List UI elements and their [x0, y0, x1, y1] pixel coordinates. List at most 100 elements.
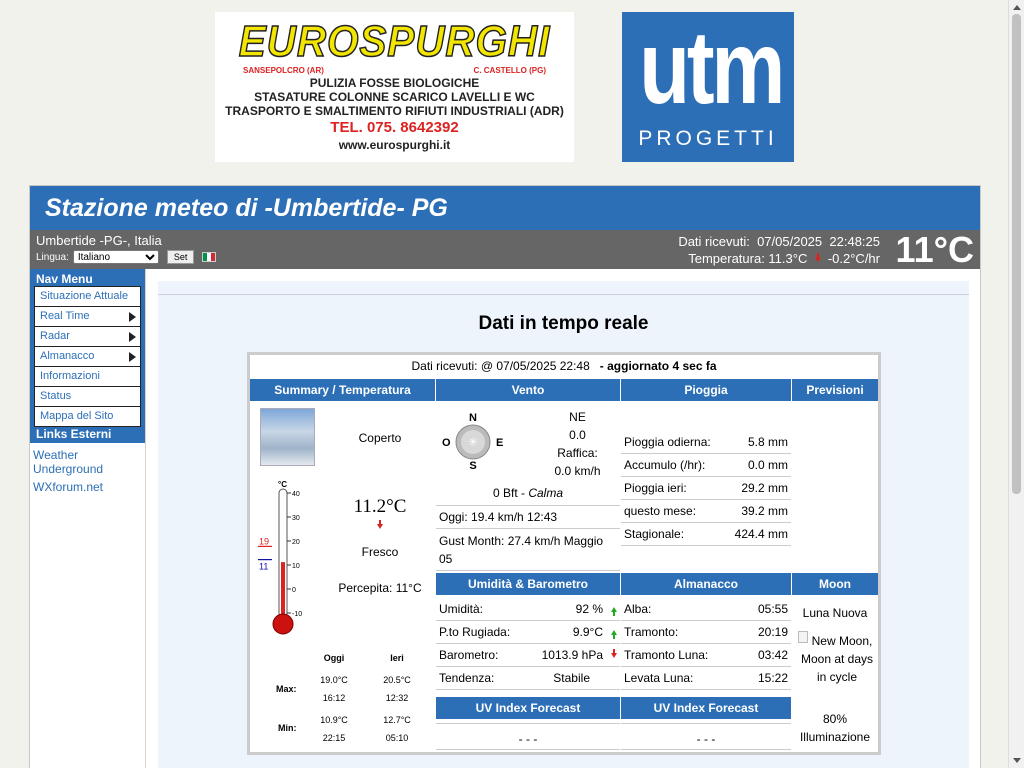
vertical-scrollbar[interactable] — [1008, 0, 1024, 768]
thermo-tick-label: -10 — [292, 611, 302, 618]
humidity-value-text: 92 % — [575, 602, 603, 616]
rain-value: 424.4 mm — [735, 523, 788, 545]
banner-loc-right: C. CASTELLO (PG) — [473, 66, 546, 75]
banner-line: PULIZIA FOSSE BIOLOGICHE — [309, 76, 480, 90]
trend-up-icon — [611, 607, 617, 617]
humidity-value: Stabile — [553, 667, 590, 689]
utm-subtitle: PROGETTI — [638, 127, 778, 150]
scroll-thumb[interactable] — [1012, 14, 1021, 494]
min-today: 10.9°C — [320, 715, 348, 725]
almanac-value: 20:19 — [758, 621, 788, 643]
header-rain: Pioggia — [621, 379, 791, 401]
nav-item-situazione-attuale[interactable]: Situazione Attuale — [34, 286, 141, 307]
rain-label: questo mese: — [624, 504, 697, 518]
beaufort: 0 Bft - Calma — [436, 486, 620, 506]
header-humidity: Umidità & Barometro — [436, 573, 620, 595]
nav-item-almanacco[interactable]: Almanacco — [34, 346, 141, 367]
rain-value-text: 424.4 mm — [734, 527, 788, 541]
weather-panel: Dati ricevuti: @ 07/05/2025 22:48 - aggi… — [247, 352, 881, 755]
banner-line: TRASPORTO E SMALTIMENTO RIFIUTI INDUSTRI… — [225, 104, 564, 118]
cloudy-sky-image — [260, 408, 315, 466]
rain-label: Pioggia odierna: — [624, 435, 711, 449]
thermo-tick-label: 30 — [292, 515, 300, 522]
header-uv-forecast: UV Index Forecast — [621, 697, 791, 719]
trend-down-icon — [611, 649, 617, 659]
received-info: Dati ricevuti: 07/05/2025 22:48:25 Tempe… — [678, 233, 880, 267]
wind-speed: 0.0 — [569, 428, 586, 442]
col-yesterday: Ieri — [390, 653, 404, 663]
almanac-label: Alba: — [624, 602, 652, 616]
almanac-row: Levata Luna: 15:22 — [621, 667, 791, 690]
almanac-value-text: 03:42 — [757, 648, 788, 662]
eurospurghi-banner[interactable]: EUROSPURGHI SANSEPOLCRO (AR) C. CASTELLO… — [215, 12, 574, 162]
almanac-value-text: 20:19 — [757, 625, 788, 639]
scroll-up-icon[interactable] — [1013, 5, 1021, 10]
almanac-value: 15:22 — [758, 667, 788, 689]
current-temperature: 11.2°C — [353, 496, 407, 517]
banner-locations: SANSEPOLCRO (AR) C. CASTELLO (PG) — [215, 66, 574, 76]
min-today-time: 22:15 — [322, 733, 346, 743]
nav-item-label: Mappa del Sito — [40, 410, 114, 422]
title-bar: Stazione meteo di -Umbertide- PG — [30, 186, 980, 230]
nav-item-mappa-del-sito[interactable]: Mappa del Sito — [34, 406, 141, 427]
scroll-down-icon[interactable] — [1013, 758, 1021, 763]
set-language-button[interactable]: Set — [166, 250, 195, 264]
rain-value: 0.0 mm — [748, 454, 788, 476]
utm-logo-text: utm — [639, 10, 785, 126]
uv-value: - - - — [436, 732, 620, 750]
big-temperature: 11°C — [895, 229, 974, 270]
banner-web: www.eurospurghi.it — [338, 138, 451, 152]
nav-item-label: Situazione Attuale — [40, 290, 129, 302]
nav-item-label: Almanacco — [40, 350, 95, 362]
gust-month: Gust Month: 27.4 km/h Maggio 05 — [439, 534, 604, 566]
thermometer: °C 40 30 20 10 0 -10 19 11 — [258, 480, 302, 635]
language-select[interactable]: Italiano — [72, 250, 159, 264]
wind-today: Oggi: 19.4 km/h 12:43 — [439, 510, 558, 524]
thermo-tick-label: 40 — [292, 491, 300, 498]
info-bar: Umbertide -PG-, Italia Lingua: Italiano … — [30, 229, 980, 270]
link-wxforum[interactable]: WXforum.net — [30, 480, 145, 494]
content-area: Dati in tempo reale Dati ricevuti: @ 07/… — [158, 281, 969, 768]
utm-banner[interactable]: utm PROGETTI — [622, 12, 794, 162]
rain-row: Stagionale: 424.4 mm — [621, 523, 791, 546]
header-moon: Moon — [792, 573, 878, 595]
moon-image-alt: New Moon, Moon at days in cycle — [800, 634, 874, 684]
submenu-arrow-icon — [129, 352, 136, 362]
header-uv-forecast: UV Index Forecast — [436, 697, 620, 719]
nav-item-label: Radar — [40, 330, 70, 342]
banner-line: STASATURE COLONNE SCARICO LAVELLI E WC — [254, 90, 535, 104]
almanac-value: 05:55 — [758, 598, 788, 620]
wind-today-row: Oggi: 19.4 km/h 12:43 — [436, 506, 620, 529]
rain-value: 5.8 mm — [748, 431, 788, 453]
nav-item-informazioni[interactable]: Informazioni — [34, 366, 141, 387]
nav-item-status[interactable]: Status — [34, 386, 141, 407]
temp-trend-holder — [377, 518, 383, 536]
divider — [436, 570, 620, 571]
rain-value: 39.2 mm — [741, 500, 788, 522]
nav-item-radar[interactable]: Radar — [34, 326, 141, 347]
station-location: Umbertide -PG-, Italia — [36, 233, 162, 248]
humidity-value: 9.9°C — [573, 621, 617, 643]
italy-flag-icon[interactable] — [202, 252, 217, 262]
min-yesterday: 12.7°C — [383, 715, 411, 725]
nav-item-label: Real Time — [40, 310, 90, 322]
thermo-bulb — [272, 613, 294, 635]
wind-compass: ✳ N S E O — [442, 412, 503, 472]
sidebar: Nav Menu Situazione Attuale Real Time Ra… — [30, 269, 145, 768]
feel-text: Fresco — [361, 545, 399, 559]
rain-value-text: 29.2 mm — [741, 481, 788, 495]
almanac-value-text: 15:22 — [757, 671, 788, 685]
wind-direction: NE — [569, 410, 586, 424]
link-weather-underground[interactable]: Weather Underground — [30, 448, 110, 476]
beaufort-desc: Calma — [528, 486, 564, 500]
rain-row: Accumulo (/hr): 0.0 mm — [621, 454, 791, 477]
thermo-max-label: 19 — [259, 536, 269, 546]
section-title: Dati in tempo reale — [478, 313, 649, 334]
moon-illumination: 80% — [822, 712, 848, 726]
humidity-row: Tendenza: Stabile — [436, 667, 620, 690]
rain-label: Accumulo (/hr): — [624, 458, 706, 472]
beaufort-value: 0 Bft - — [492, 486, 529, 500]
humidity-label: Barometro: — [439, 648, 499, 662]
almanac-label: Levata Luna: — [624, 671, 694, 685]
nav-item-real-time[interactable]: Real Time — [34, 306, 141, 327]
